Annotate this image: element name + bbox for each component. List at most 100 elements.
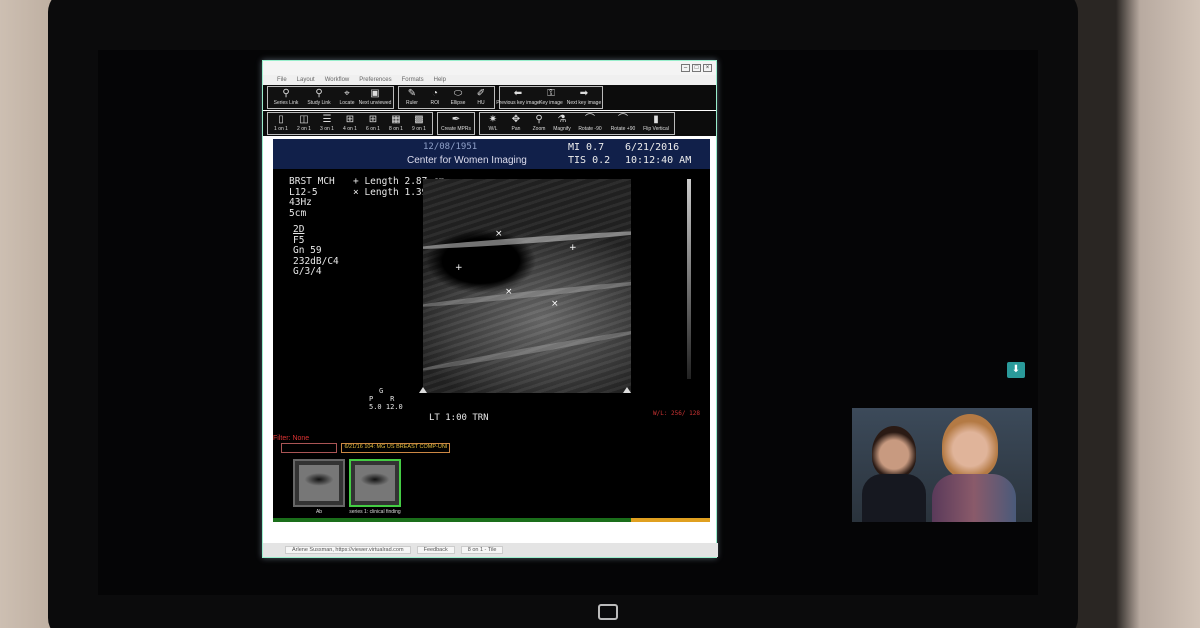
mode-line: G/3/4 — [293, 266, 322, 277]
rotate-left-icon: ⌒ — [585, 114, 595, 125]
series-tab-active[interactable]: 6/21/16 104: MG US BREAST COMP-UNI — [341, 443, 451, 453]
layout-icon: ▦ — [391, 114, 401, 125]
menu-preferences[interactable]: Preferences — [359, 77, 391, 83]
toolbar-row-1: ⚲ Series Link ⚲ Study Link ⌖ Locate ▣ Next u… — [263, 85, 716, 111]
close-button[interactable]: × — [703, 64, 712, 72]
participant-left — [872, 426, 916, 478]
orientation-r: R — [390, 395, 395, 403]
orientation-scale-a: 5.0 — [369, 403, 382, 411]
window-level-button[interactable]: ✷ W/L — [483, 114, 503, 133]
mode-info: 2D F5 Gn 59 232dB/C4 G/3/4 — [293, 224, 339, 278]
study-link-button[interactable]: ⚲ Study Link — [304, 88, 334, 107]
layout-1on1-button[interactable]: ▯ 1 on 1 — [271, 114, 291, 133]
magnify-button[interactable]: ⚗ Magnify — [552, 114, 572, 133]
load-progress-bar — [273, 518, 710, 522]
roi-button[interactable]: ◔ ROI — [425, 88, 445, 107]
rotate-left-button[interactable]: ⌒ Rotate -90 — [575, 114, 605, 133]
layout-4on1-button[interactable]: ⊞ 4 on 1 — [340, 114, 360, 133]
series-thumbnail[interactable] — [293, 459, 345, 507]
probe-line: 5cm — [289, 207, 307, 219]
tissue-band — [423, 326, 631, 374]
participant-right-body — [932, 474, 1016, 522]
caliper-marker: + — [569, 243, 577, 253]
maximize-button[interactable]: □ — [692, 64, 701, 72]
pan-button[interactable]: ✥ Pan — [506, 114, 526, 133]
mi-value: MI 0.7 — [568, 142, 605, 153]
thumbnail-caption: series 1: clinical finding — [349, 509, 401, 515]
magnify-icon: ⚗ — [557, 114, 567, 125]
institution-name: Center for Women Imaging — [407, 155, 527, 166]
thumbnail-caption: Ab — [315, 509, 323, 515]
menu-layout[interactable]: Layout — [297, 77, 315, 83]
next-unviewed-button[interactable]: ▣ Next unviewed — [359, 88, 392, 107]
ultrasound-image[interactable]: × + + × × — [423, 179, 631, 393]
menu-help[interactable]: Help — [434, 77, 446, 83]
thumbnail-image — [299, 465, 339, 501]
probe-line: BRST MCH — [289, 176, 335, 187]
orientation-p: P — [369, 395, 374, 403]
layout-6on1-button[interactable]: ⊞ 6 on 1 — [363, 114, 383, 133]
series-thumbnail-selected[interactable] — [349, 459, 401, 507]
feedback-link[interactable]: Feedback — [416, 546, 455, 554]
next-key-image-button[interactable]: ➡ Next key image — [567, 88, 601, 107]
probe-line: 43Hz — [289, 197, 312, 208]
series-tab[interactable] — [281, 443, 338, 453]
probe-info: BRST MCH L12-5 43Hz 5cm — [289, 176, 335, 219]
thumbnail-strip: Ab series 1: clinical finding — [273, 453, 710, 519]
orientation-scale-b: 12.0 — [385, 403, 403, 411]
menu-bar: File Layout Workflow Preferences Formats… — [263, 75, 716, 85]
previous-key-image-button[interactable]: ⬅ Previous key image — [496, 88, 540, 107]
key-image-button[interactable]: ⚿ Key image — [536, 88, 566, 107]
download-icon: ⬇ — [1011, 364, 1021, 375]
video-toggle-button[interactable]: ⬇ — [1007, 362, 1025, 378]
menu-file[interactable]: File — [277, 77, 287, 83]
participant-left-body — [862, 474, 926, 522]
mode-line: Gn 59 — [293, 245, 322, 256]
user-url: Arlene Sussman, https://viewer.virtualra… — [285, 546, 411, 554]
ellipse-button[interactable]: ⬭ Ellipse — [448, 88, 468, 107]
video-call-feed — [852, 408, 1032, 522]
measure-tools: ✎ Ruler ◔ ROI ⬭ Ellipse ✐ HU — [398, 86, 495, 109]
series-link-button[interactable]: ⚲ Series Link — [271, 88, 301, 107]
create-mprs-button[interactable]: ✒ Create MPRs — [441, 114, 471, 133]
patient-dob: 12/08/1951 — [423, 142, 478, 152]
layout-icon: ◫ — [299, 114, 309, 125]
ruler-button[interactable]: ✎ Ruler — [402, 88, 422, 107]
depth-marker — [419, 387, 427, 393]
locate-button[interactable]: ⌖ Locate — [337, 88, 357, 107]
study-info-bar: 12/08/1951 Center for Women Imaging MI 0… — [273, 139, 710, 169]
study-time: 10:12:40 AM — [625, 155, 692, 166]
zoom-button[interactable]: ⚲ Zoom — [529, 114, 549, 133]
layout-icon: ☰ — [322, 114, 332, 125]
study-date: 6/21/2016 — [625, 142, 680, 153]
caliper-marker: + — [455, 263, 463, 273]
flip-vertical-button[interactable]: ▮ Flip Vertical — [641, 114, 671, 133]
key-image-tools: ⬅ Previous key image ⚿ Key image ➡ Next key… — [496, 86, 603, 109]
layout-status: 8 on 1 - Tile — [460, 546, 504, 554]
menu-workflow[interactable]: Workflow — [325, 77, 350, 83]
progress-fill — [631, 518, 710, 522]
mode-line: 2D — [293, 224, 305, 235]
tissue-band — [423, 228, 631, 252]
image-label: LT 1:00 TRN — [429, 413, 489, 423]
roi-icon: ◔ — [431, 88, 439, 99]
layout-9on1-button[interactable]: ▩ 9 on 1 — [409, 114, 429, 133]
layout-2on1-button[interactable]: ◫ 2 on 1 — [294, 114, 314, 133]
mpr-tools: ✒ Create MPRs — [437, 112, 475, 135]
mpr-icon: ✒ — [451, 114, 461, 125]
depth-marker — [623, 387, 631, 393]
status-bar: Arlene Sussman, https://viewer.virtualra… — [263, 543, 718, 557]
layout-3on1-button[interactable]: ☰ 3 on 1 — [317, 114, 337, 133]
orientation-g: G — [379, 387, 384, 395]
rotate-right-button[interactable]: ⌒ Rotate +90 — [608, 114, 638, 133]
series-filter[interactable]: Filter: None — [273, 435, 309, 442]
pacs-viewer-window: – □ × File Layout Workflow Preferences F… — [262, 60, 718, 558]
minimize-button[interactable]: – — [681, 64, 690, 72]
tissue-band — [423, 278, 631, 310]
link-tools: ⚲ Series Link ⚲ Study Link ⌖ Locate ▣ Next u… — [267, 86, 394, 109]
hu-button[interactable]: ✐ HU — [471, 88, 491, 107]
layout-8on1-button[interactable]: ▦ 8 on 1 — [386, 114, 406, 133]
participant-right — [942, 414, 998, 478]
key-icon: ⚿ — [547, 88, 555, 99]
menu-formats[interactable]: Formats — [402, 77, 424, 83]
